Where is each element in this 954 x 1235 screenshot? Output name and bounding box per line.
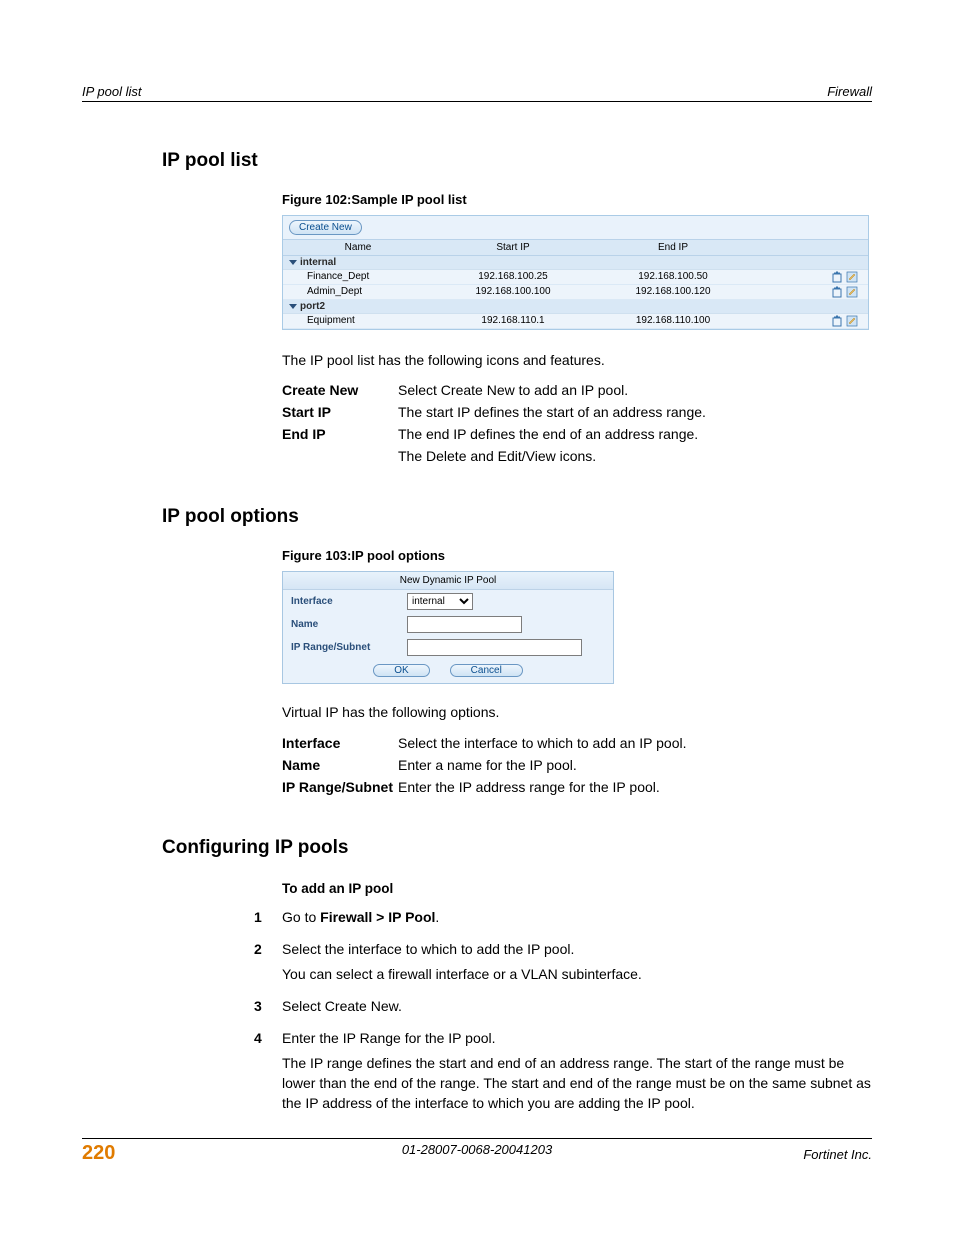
cell-end-ip: 192.168.110.100 <box>593 315 753 327</box>
running-header: IP pool list Firewall <box>82 84 872 102</box>
section-title-configuring-ip-pools: Configuring IP pools <box>162 837 872 859</box>
step-text: You can select a firewall interface or a… <box>282 964 872 984</box>
definition-row: NameEnter a name for the IP pool. <box>282 757 872 773</box>
ip-pool-options-dialog: New Dynamic IP Pool Interface internal N… <box>282 571 614 684</box>
options-intro-paragraph: Virtual IP has the following options. <box>282 702 872 722</box>
edit-icon[interactable] <box>846 286 858 298</box>
group-row[interactable]: port2 <box>283 300 868 314</box>
cell-start-ip: 192.168.110.1 <box>433 315 593 327</box>
edit-icon[interactable] <box>846 271 858 283</box>
cell-end-ip: 192.168.100.120 <box>593 286 753 298</box>
definition-term <box>282 448 398 464</box>
chevron-down-icon <box>289 260 297 265</box>
header-left: IP pool list <box>82 84 142 99</box>
step-number: 3 <box>254 996 282 1020</box>
cell-name: Equipment <box>283 315 433 327</box>
definition-desc: Enter the IP address range for the IP po… <box>398 779 872 795</box>
header-right: Firewall <box>827 84 872 99</box>
col-header-name: Name <box>283 242 433 253</box>
step-number: 1 <box>254 907 282 931</box>
group-row[interactable]: internal <box>283 256 868 270</box>
name-label: Name <box>291 619 407 630</box>
cell-name: Admin_Dept <box>283 286 433 298</box>
definition-desc: Select Create New to add an IP pool. <box>398 382 872 398</box>
col-header-end-ip: End IP <box>593 242 753 253</box>
name-input[interactable] <box>407 616 522 633</box>
definition-row: The Delete and Edit/View icons. <box>282 448 872 464</box>
step-text: Select the interface to which to add the… <box>282 939 872 959</box>
table-row: Equipment192.168.110.1192.168.110.100 <box>283 314 868 329</box>
delete-icon[interactable] <box>831 271 843 283</box>
definition-desc: The end IP defines the end of an address… <box>398 426 872 442</box>
cancel-button[interactable]: Cancel <box>450 664 523 677</box>
cell-start-ip: 192.168.100.25 <box>433 271 593 283</box>
procedure-step: 4Enter the IP Range for the IP pool.The … <box>282 1028 872 1117</box>
definition-row: InterfaceSelect the interface to which t… <box>282 735 872 751</box>
list-intro-paragraph: The IP pool list has the following icons… <box>282 350 872 370</box>
step-text: The IP range defines the start and end o… <box>282 1053 872 1114</box>
definition-desc: Enter a name for the IP pool. <box>398 757 872 773</box>
step-number: 2 <box>254 939 282 988</box>
definition-desc: Select the interface to which to add an … <box>398 735 872 751</box>
section-title-ip-pool-list: IP pool list <box>162 150 872 172</box>
definition-term: IP Range/Subnet <box>282 779 398 795</box>
step-text: Select Create New. <box>282 996 872 1016</box>
subhead-to-add-ip-pool: To add an IP pool <box>282 879 872 899</box>
ok-button[interactable]: OK <box>373 664 429 677</box>
interface-select[interactable]: internal <box>407 593 473 610</box>
table-row: Finance_Dept192.168.100.25192.168.100.50 <box>283 270 868 285</box>
definition-desc: The start IP defines the start of an add… <box>398 404 872 420</box>
definition-term: Interface <box>282 735 398 751</box>
definition-row: Start IPThe start IP defines the start o… <box>282 404 872 420</box>
figure-102-caption: Figure 102:Sample IP pool list <box>282 192 872 207</box>
definition-term: Create New <box>282 382 398 398</box>
definition-row: End IPThe end IP defines the end of an a… <box>282 426 872 442</box>
edit-icon[interactable] <box>846 315 858 327</box>
definition-desc: The Delete and Edit/View icons. <box>398 448 872 464</box>
step-text: Go to Firewall > IP Pool. <box>282 907 872 927</box>
interface-label: Interface <box>291 596 407 607</box>
delete-icon[interactable] <box>831 286 843 298</box>
ip-range-input[interactable] <box>407 639 582 656</box>
definition-term: Start IP <box>282 404 398 420</box>
col-header-start-ip: Start IP <box>433 242 593 253</box>
cell-name: Finance_Dept <box>283 271 433 283</box>
procedure-step: 1Go to Firewall > IP Pool. <box>282 907 872 931</box>
dialog-title: New Dynamic IP Pool <box>283 572 613 590</box>
chevron-down-icon <box>289 304 297 309</box>
ip-pool-list-figure: Create New Name Start IP End IP internal… <box>282 215 869 330</box>
ip-range-label: IP Range/Subnet <box>291 642 407 653</box>
create-new-button[interactable]: Create New <box>289 220 362 235</box>
definition-row: Create NewSelect Create New to add an IP… <box>282 382 872 398</box>
cell-start-ip: 192.168.100.100 <box>433 286 593 298</box>
step-number: 4 <box>254 1028 282 1117</box>
step-text: Enter the IP Range for the IP pool. <box>282 1028 872 1048</box>
page-footer: 220 01-28007-0068-20041203 Fortinet Inc. <box>82 1138 872 1165</box>
table-row: Admin_Dept192.168.100.100192.168.100.120 <box>283 285 868 300</box>
definition-row: IP Range/SubnetEnter the IP address rang… <box>282 779 872 795</box>
delete-icon[interactable] <box>831 315 843 327</box>
group-label: internal <box>300 257 336 268</box>
definition-term: End IP <box>282 426 398 442</box>
section-title-ip-pool-options: IP pool options <box>162 506 872 528</box>
procedure-step: 2Select the interface to which to add th… <box>282 939 872 988</box>
footer-doc-id: 01-28007-0068-20041203 <box>82 1142 872 1157</box>
definition-term: Name <box>282 757 398 773</box>
procedure-step: 3Select Create New. <box>282 996 872 1020</box>
group-label: port2 <box>300 301 325 312</box>
figure-103-caption: Figure 103:IP pool options <box>282 548 872 563</box>
cell-end-ip: 192.168.100.50 <box>593 271 753 283</box>
